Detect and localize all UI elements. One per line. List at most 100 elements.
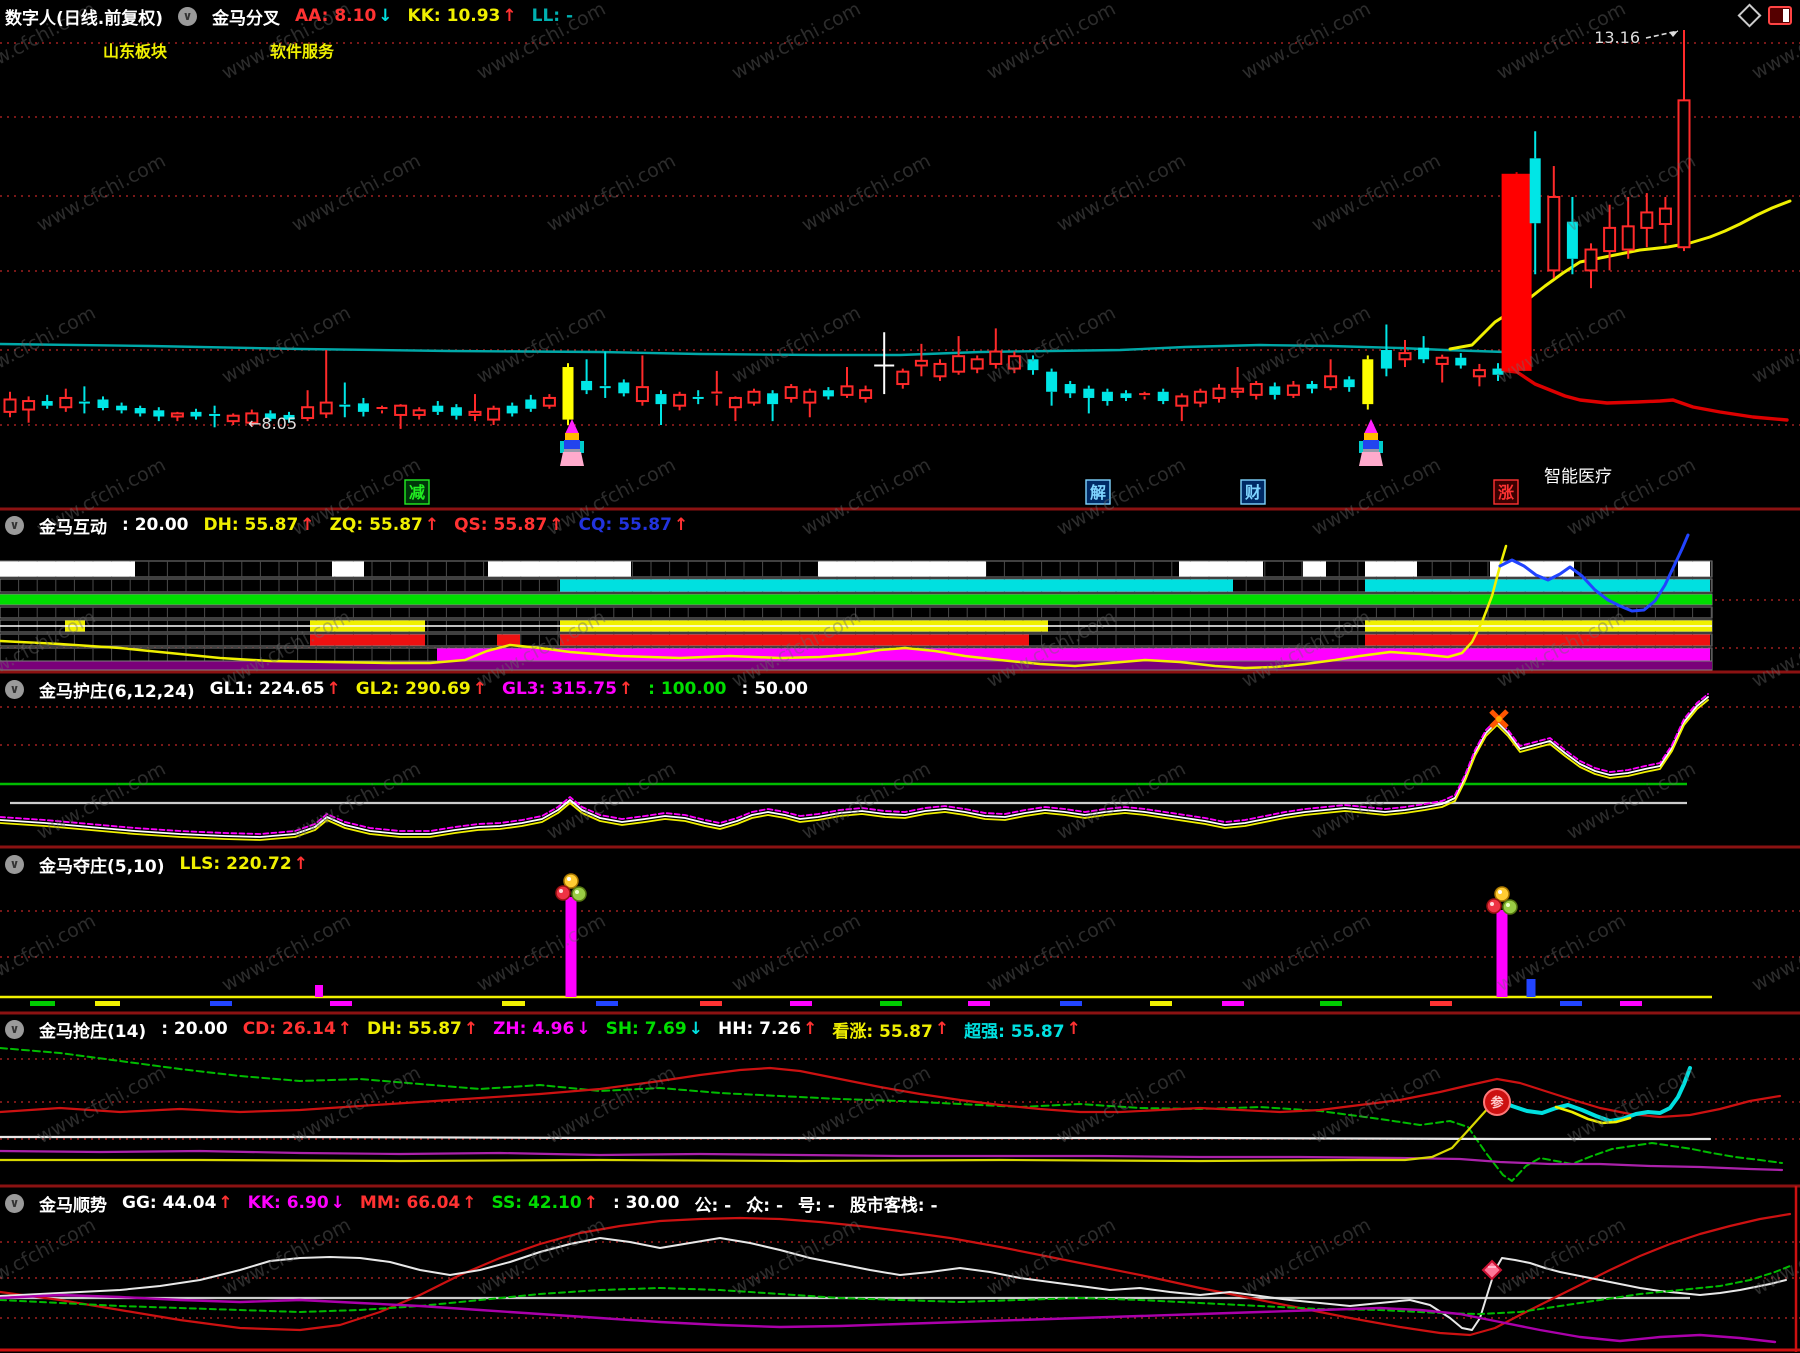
ribbon-segment — [488, 561, 631, 577]
candle — [542, 396, 556, 407]
header-field: GG: 44.04 ↑ — [122, 1193, 233, 1213]
candle — [1101, 391, 1113, 402]
ribbon-segment — [332, 561, 364, 577]
candle — [767, 393, 779, 405]
panel-header-jmhz: ∨ 金马护庄(6,12,24) GL1: 224.65 ↑ GL2: 290.69 ↑… — [5, 676, 808, 702]
ribbon-segment — [437, 648, 1710, 661]
header-field: QS: 55.87 ↑ — [454, 515, 564, 535]
candle — [1046, 371, 1058, 392]
up-arrow-icon: ↑ — [218, 1193, 233, 1213]
panel-red-icon[interactable] — [1768, 6, 1792, 25]
candle — [1603, 226, 1617, 253]
header-field: CQ: 55.87 ↑ — [578, 515, 689, 535]
header-field: DH: 55.87 ↑ — [203, 515, 315, 535]
signal-dash — [1560, 1001, 1582, 1006]
spike-bar — [315, 985, 323, 997]
signal-dash — [700, 1001, 722, 1006]
svg-text:参: 参 — [1490, 1095, 1504, 1111]
signal-dash — [330, 1001, 352, 1006]
qz-white — [0, 1135, 1712, 1141]
header-field: : 20.00 — [122, 515, 189, 535]
candle — [1529, 158, 1541, 224]
up-arrow-icon: ↑ — [1066, 1019, 1081, 1039]
ribbon-segment — [310, 634, 425, 646]
panel-values: GL1: 224.65 ↑ GL2: 290.69 ↑ GL3: 315.75 ↑: 10… — [210, 679, 808, 699]
header-field: KK: 10.93 ↑ — [407, 6, 517, 26]
candle — [1083, 388, 1095, 398]
ribbon-segment — [818, 561, 986, 577]
candle — [673, 393, 687, 407]
ribbon-segment — [0, 661, 1712, 670]
svg-text:解: 解 — [1090, 483, 1106, 502]
collapse-chevron-icon[interactable]: ∨ — [5, 679, 24, 699]
panel-values: LLS: 220.72 ↑ — [179, 854, 307, 874]
header-field: : 50.00 — [741, 679, 809, 699]
GL1-white — [0, 696, 1709, 838]
collapse-chevron-icon[interactable]: ∨ — [5, 515, 24, 535]
up-arrow-icon: ↑ — [337, 1019, 353, 1039]
ma-red — [1498, 368, 1789, 422]
candle — [1157, 391, 1169, 402]
up-arrow-icon: ↑ — [583, 1193, 598, 1213]
up-arrow-icon: ↑ — [472, 679, 487, 699]
candle — [1324, 375, 1338, 389]
svg-text:涨: 涨 — [1498, 483, 1514, 502]
candle — [116, 405, 128, 411]
header-field: 超强: 55.87 ↑ — [964, 1019, 1081, 1042]
candle — [1175, 395, 1189, 407]
signal-dash — [596, 1001, 618, 1006]
candle — [1435, 356, 1449, 365]
candle — [468, 410, 482, 416]
spike-bar — [565, 897, 577, 997]
up-arrow-icon: ↑ — [326, 679, 341, 699]
collapse-chevron-icon[interactable]: ∨ — [5, 854, 24, 874]
signal-dash — [1320, 1001, 1342, 1006]
candle — [840, 385, 854, 396]
candle — [1027, 359, 1039, 371]
candle — [784, 386, 798, 399]
candle — [1007, 355, 1021, 370]
candle — [226, 414, 240, 423]
ribbon-segment — [1365, 634, 1710, 646]
indicator-name: 金马分叉 — [212, 8, 280, 29]
candle — [394, 404, 408, 416]
candle — [1249, 383, 1263, 396]
header-field: CD: 26.14 ↑ — [242, 1019, 353, 1039]
candle — [1455, 357, 1467, 366]
candle — [1064, 384, 1076, 394]
stock-title: 数字人(日线.前复权) — [5, 8, 163, 29]
signal-dash — [1150, 1001, 1172, 1006]
collapse-chevron-icon[interactable]: ∨ — [5, 1019, 24, 1039]
spike-bar — [1496, 910, 1508, 997]
collapse-chevron-icon[interactable]: ∨ — [5, 1193, 24, 1213]
up-arrow-icon: ↑ — [293, 854, 308, 874]
header-field: 股市客栈: - — [849, 1195, 938, 1216]
candle — [1658, 207, 1672, 226]
ribbon-segment — [560, 579, 1233, 592]
up-arrow-icon: ↑ — [462, 1193, 477, 1213]
diamond-icon[interactable] — [1737, 3, 1762, 28]
candle — [506, 405, 518, 414]
signal-dash — [880, 1001, 902, 1006]
candle — [1193, 390, 1207, 404]
header-field: : 20.00 — [161, 1019, 228, 1039]
collapse-chevron-icon[interactable]: ∨ — [178, 6, 197, 26]
candle — [412, 409, 426, 416]
header-field: : 30.00 — [612, 1193, 680, 1213]
panel-header-jmss: ∨ 金马顺势 GG: 44.04 ↑ KK: 6.90 ↓ MM: 66.04 ↑ SS: … — [5, 1190, 938, 1216]
candle — [896, 370, 910, 386]
candle — [1212, 387, 1226, 399]
header-field: 众: - — [746, 1195, 784, 1216]
signal-dash — [1222, 1001, 1244, 1006]
down-arrow-icon: ↓ — [576, 1019, 591, 1039]
candle — [1640, 211, 1654, 229]
svg-text:13.16: 13.16 — [1594, 28, 1640, 47]
up-arrow-icon: ↑ — [803, 1019, 818, 1039]
candle — [803, 390, 817, 404]
up-arrow-icon: ↑ — [673, 515, 689, 535]
candle — [1398, 352, 1412, 361]
candle — [1231, 387, 1245, 393]
candle — [22, 400, 36, 411]
panel-title: 金马护庄(6,12,24) — [39, 681, 195, 702]
candle — [1584, 248, 1598, 272]
